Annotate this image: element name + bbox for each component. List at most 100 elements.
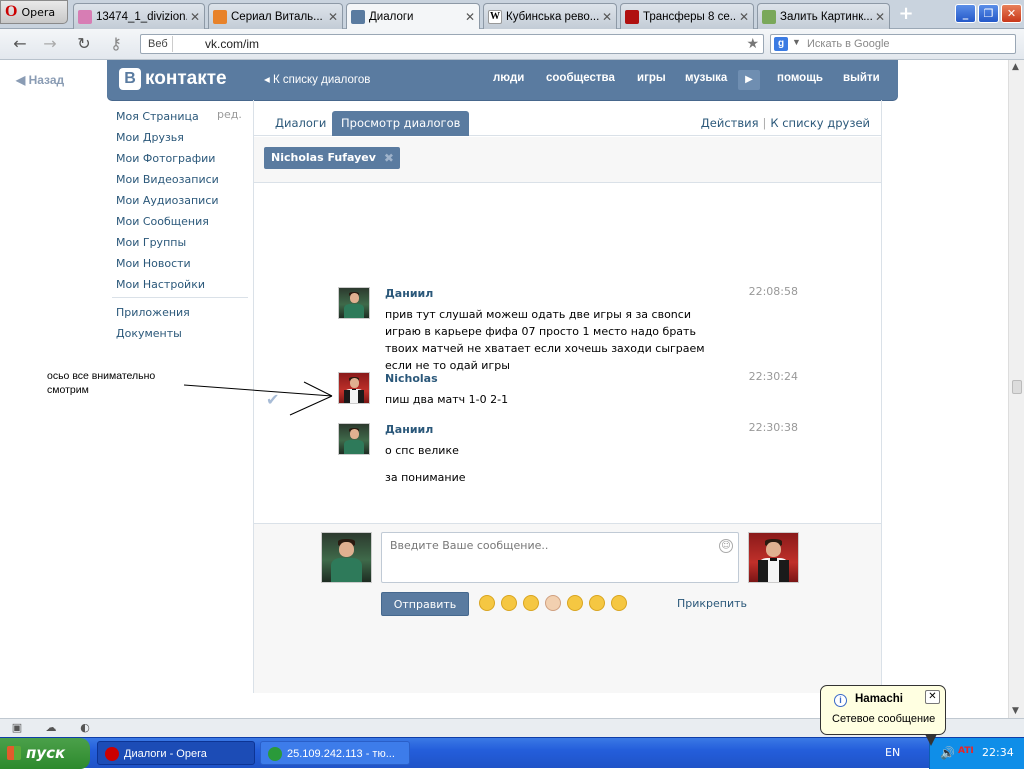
taskbar-item-opera[interactable]: Диалоги - Opera bbox=[97, 741, 255, 765]
language-indicator[interactable]: EN bbox=[885, 746, 900, 759]
attach-link[interactable]: Прикрепить bbox=[677, 597, 747, 610]
menu-messages[interactable]: Мои Сообщения bbox=[116, 213, 248, 234]
bookmark-star-icon[interactable]: ★ bbox=[746, 35, 759, 52]
emoji-grin-icon[interactable] bbox=[501, 595, 517, 611]
menu-photos[interactable]: Мои Фотографии bbox=[116, 150, 248, 171]
opera-menu-label: Opera bbox=[21, 5, 56, 19]
cloud-icon[interactable]: ☁ bbox=[44, 721, 58, 735]
close-window-button[interactable]: ✕ bbox=[1001, 4, 1022, 23]
emoji-laugh-icon[interactable] bbox=[567, 595, 583, 611]
music-play-button[interactable]: ▶ bbox=[738, 70, 760, 90]
scroll-thumb[interactable] bbox=[1012, 380, 1022, 394]
browser-tab-4[interactable]: W Кубинська рево... ✕ bbox=[483, 3, 617, 29]
reload-icon[interactable]: ↻ bbox=[73, 34, 95, 54]
forward-arrow-icon[interactable]: → bbox=[39, 34, 61, 54]
nav-music[interactable]: музыка bbox=[685, 72, 727, 84]
minimize-button[interactable]: _ bbox=[955, 4, 976, 23]
scroll-down-icon[interactable]: ▼ bbox=[1012, 706, 1019, 716]
dialog-panel: Диалоги Просмотр диалогов Действия | К спи… bbox=[253, 100, 882, 693]
tab-close-icon[interactable]: ✕ bbox=[328, 10, 338, 24]
browser-tab-5[interactable]: Трансферы 8 се... ✕ bbox=[620, 3, 754, 29]
tab-close-icon[interactable]: ✕ bbox=[875, 10, 885, 24]
nav-help[interactable]: помощь bbox=[777, 72, 823, 84]
to-dialogs-link[interactable]: ◂ К списку диалогов bbox=[264, 72, 370, 86]
start-label: пуск bbox=[26, 744, 66, 762]
browser-tab-2[interactable]: Сериал Виталь... ✕ bbox=[208, 3, 343, 29]
back-link[interactable]: ◀ Назад bbox=[16, 73, 64, 87]
nav-people[interactable]: люди bbox=[493, 72, 524, 84]
send-button[interactable]: Отправить bbox=[381, 592, 469, 616]
friends-list-link[interactable]: К списку друзей bbox=[770, 116, 870, 130]
emoji-rolling-eyes-icon[interactable] bbox=[589, 595, 605, 611]
message-time: 22:30:24 bbox=[748, 370, 798, 383]
remove-peer-icon[interactable]: ✖ bbox=[384, 147, 394, 169]
google-icon[interactable]: g bbox=[774, 37, 788, 51]
hamachi-notification[interactable]: i Hamachi ✕ Сетевое сообщение bbox=[820, 685, 946, 746]
avatar[interactable] bbox=[338, 287, 370, 319]
browser-tab-1[interactable]: 13474_1_divizion... ✕ bbox=[73, 3, 205, 29]
opera-menu-button[interactable]: O Opera bbox=[0, 0, 68, 24]
tab-close-icon[interactable]: ✕ bbox=[465, 10, 475, 24]
left-menu-secondary: Приложения Документы bbox=[116, 304, 248, 346]
maximize-button[interactable]: ❐ bbox=[978, 4, 999, 23]
actions-link[interactable]: Действия bbox=[701, 116, 759, 130]
browser-tab-3[interactable]: Диалоги ✕ bbox=[346, 3, 480, 30]
taskbar-item-hamachi[interactable]: 25.109.242.113 - тю... bbox=[260, 741, 410, 765]
emoji-sunglasses-icon[interactable] bbox=[479, 595, 495, 611]
volume-icon[interactable]: 🔊 bbox=[940, 746, 955, 760]
tab-close-icon[interactable]: ✕ bbox=[190, 10, 200, 24]
menu-groups[interactable]: Мои Группы bbox=[116, 234, 248, 255]
menu-settings[interactable]: Мои Настройки bbox=[116, 276, 248, 297]
emoji-heart-eyes-icon[interactable] bbox=[611, 595, 627, 611]
message-text: за понимание bbox=[385, 471, 466, 484]
search-field[interactable]: g ▼ Искать в Google bbox=[770, 34, 1016, 54]
vk-logo[interactable]: В контакте bbox=[119, 68, 227, 90]
new-tab-button[interactable]: + bbox=[896, 4, 916, 24]
dialog-tabs: Диалоги Просмотр диалогов Действия | К спи… bbox=[254, 100, 881, 136]
my-avatar[interactable] bbox=[321, 532, 372, 583]
message-author[interactable]: Даниил bbox=[385, 423, 433, 436]
smile-icon[interactable]: ☺ bbox=[719, 539, 733, 553]
nav-logout[interactable]: выйти bbox=[843, 72, 880, 84]
message-author[interactable]: Nicholas bbox=[385, 372, 438, 385]
tab-close-icon[interactable]: ✕ bbox=[602, 10, 612, 24]
browser-tab-6[interactable]: Залить Картинк... ✕ bbox=[757, 3, 890, 29]
key-icon[interactable]: ⚷ bbox=[105, 34, 127, 54]
message-item: Nicholas 22:30:24 пиш два матч 1-0 2-1 bbox=[338, 370, 798, 412]
menu-apps[interactable]: Приложения bbox=[116, 304, 248, 325]
peer-chip[interactable]: Nicholas Fufayev ✖ bbox=[264, 147, 400, 169]
menu-friends[interactable]: Мои Друзья bbox=[116, 129, 248, 150]
menu-audio[interactable]: Мои Аудиозаписи bbox=[116, 192, 248, 213]
message-author[interactable]: Даниил bbox=[385, 287, 433, 300]
menu-divider bbox=[112, 297, 248, 298]
menu-documents[interactable]: Документы bbox=[116, 325, 248, 346]
vertical-scrollbar[interactable]: ▲ ▼ bbox=[1008, 60, 1024, 718]
page-viewport: ◀ Назад В контакте ◂ К списку диалогов л… bbox=[0, 60, 1008, 718]
tab-view-dialogs[interactable]: Просмотр диалогов bbox=[332, 111, 470, 136]
vk-logo-text: контакте bbox=[145, 68, 227, 89]
tab-close-icon[interactable]: ✕ bbox=[739, 10, 749, 24]
message-input[interactable]: Введите Ваше сообщение.. bbox=[381, 532, 739, 583]
address-field[interactable]: Веб vk.com/im ★ bbox=[140, 34, 764, 54]
menu-edit-link[interactable]: ред. bbox=[217, 108, 242, 121]
tab-dialogs[interactable]: Диалоги bbox=[266, 111, 335, 136]
scroll-up-icon[interactable]: ▲ bbox=[1012, 62, 1019, 72]
avatar[interactable] bbox=[338, 372, 370, 404]
back-arrow-icon[interactable]: ← bbox=[9, 34, 31, 54]
panel-toggle-icon[interactable]: ▣ bbox=[10, 721, 24, 735]
ati-icon[interactable]: ATI bbox=[958, 746, 974, 756]
nav-communities[interactable]: сообщества bbox=[546, 72, 615, 84]
tab-favicon-icon bbox=[213, 9, 227, 24]
menu-videos[interactable]: Мои Видеозаписи bbox=[116, 171, 248, 192]
speed-dial-icon[interactable]: ◐ bbox=[78, 721, 92, 735]
tab-title: Трансферы 8 се... bbox=[643, 10, 736, 23]
nav-games[interactable]: игры bbox=[637, 72, 666, 84]
vk-logo-icon: В bbox=[119, 68, 141, 90]
close-icon[interactable]: ✕ bbox=[925, 690, 940, 704]
emoji-smile-icon[interactable] bbox=[523, 595, 539, 611]
start-button[interactable]: пуск bbox=[0, 738, 90, 769]
emoji-ok-hand-icon[interactable] bbox=[545, 595, 561, 611]
menu-news[interactable]: Мои Новости bbox=[116, 255, 248, 276]
peer-avatar[interactable] bbox=[748, 532, 799, 583]
chevron-down-icon[interactable]: ▼ bbox=[792, 37, 801, 47]
